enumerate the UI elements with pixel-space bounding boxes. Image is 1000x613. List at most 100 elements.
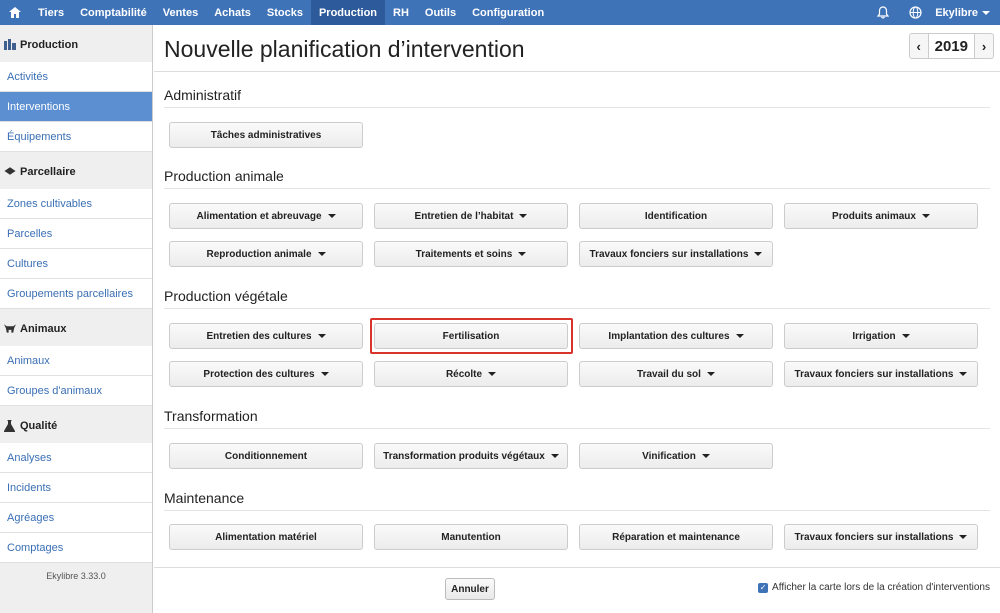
sidebar-item-groupes-animaux[interactable]: Groupes d'animaux (0, 376, 152, 406)
travaux-fonciers-vegetale-button[interactable]: Travaux fonciers sur installations (784, 361, 978, 387)
section-title-transformation: Transformation (164, 408, 258, 424)
entretien-habitat-button[interactable]: Entretien de l’habitat (374, 203, 568, 229)
nav-outils[interactable]: Outils (417, 0, 464, 25)
caret-down-icon (550, 454, 559, 458)
alimentation-materiel-button[interactable]: Alimentation matériel (169, 524, 363, 550)
caret-down-icon (959, 535, 968, 539)
sidebar-heading-parcellaire: Parcellaire (0, 152, 152, 189)
conditionnement-button[interactable]: Conditionnement (169, 443, 363, 469)
section-divider (164, 510, 990, 511)
nav-stocks[interactable]: Stocks (259, 0, 311, 25)
user-menu[interactable]: Ekylibre (931, 0, 1000, 25)
sidebar-item-comptages[interactable]: Comptages (0, 533, 152, 563)
section-divider (164, 188, 990, 189)
button-label: Travail du sol (637, 368, 701, 380)
traitements-soins-button[interactable]: Traitements et soins (374, 241, 568, 267)
nav-ventes[interactable]: Ventes (155, 0, 206, 25)
travaux-fonciers-animale-button[interactable]: Travaux fonciers sur installations (579, 241, 773, 267)
sidebar-item-parcelles[interactable]: Parcelles (0, 219, 152, 249)
sidebar-heading-production: Production (0, 25, 152, 62)
travaux-fonciers-maintenance-button[interactable]: Travaux fonciers sur installations (784, 524, 978, 550)
globe-icon[interactable] (899, 0, 931, 25)
sidebar-item-cultures[interactable]: Cultures (0, 249, 152, 279)
reproduction-animale-button[interactable]: Reproduction animale (169, 241, 363, 267)
user-name: Ekylibre (935, 6, 978, 19)
sidebar-item-groupements-parcellaires[interactable]: Groupements parcellaires (0, 279, 152, 309)
sidebar-item-analyses[interactable]: Analyses (0, 443, 152, 473)
sidebar-item-zones-cultivables[interactable]: Zones cultivables (0, 189, 152, 219)
caret-down-icon (317, 252, 326, 256)
button-label: Travaux fonciers sur installations (794, 368, 954, 380)
section-divider (164, 107, 990, 108)
nav-tiers[interactable]: Tiers (30, 0, 72, 25)
entretien-cultures-button[interactable]: Entretien des cultures (169, 323, 363, 349)
home-icon[interactable] (0, 0, 30, 25)
protection-cultures-button[interactable]: Protection des cultures (169, 361, 363, 387)
button-label: Entretien de l’habitat (414, 210, 514, 222)
navbar-spacer (552, 0, 867, 25)
cow-icon (4, 323, 16, 335)
caret-down-icon (518, 252, 527, 256)
button-label: Alimentation et abreuvage (196, 210, 322, 222)
nav-production[interactable]: Production (310, 0, 386, 25)
produits-animaux-button[interactable]: Produits animaux (784, 203, 978, 229)
cancel-button[interactable]: Annuler (445, 578, 495, 600)
button-label: Travaux fonciers sur installations (589, 248, 749, 260)
button-label: Protection des cultures (203, 368, 315, 380)
button-label: Conditionnement (224, 450, 308, 462)
checkbox-checked-icon[interactable]: ✓ (758, 582, 769, 593)
bell-icon[interactable] (867, 0, 899, 25)
nav-configuration[interactable]: Configuration (464, 0, 552, 25)
identification-button[interactable]: Identification (579, 203, 773, 229)
taches-administratives-button[interactable]: Tâches administratives (169, 122, 363, 148)
sidebar-item-interventions[interactable]: Interventions (0, 92, 152, 122)
reparation-maintenance-button[interactable]: Réparation et maintenance (579, 524, 773, 550)
sidebar-item-activites[interactable]: Activités (0, 62, 152, 92)
nav-comptabilite[interactable]: Comptabilité (72, 0, 155, 25)
caret-down-icon (327, 214, 336, 218)
nav-achats[interactable]: Achats (206, 0, 259, 25)
alimentation-abreuvage-button[interactable]: Alimentation et abreuvage (169, 203, 363, 229)
caret-down-icon (921, 214, 930, 218)
vinification-button[interactable]: Vinification (579, 443, 773, 469)
page-title: Nouvelle planification d’intervention (164, 36, 525, 62)
caret-down-icon (959, 372, 968, 376)
manutention-button[interactable]: Manutention (374, 524, 568, 550)
top-navbar: Tiers Comptabilité Ventes Achats Stocks … (0, 0, 1000, 25)
caret-down-icon (901, 334, 910, 338)
year-navigator: ‹ 2019 › (908, 33, 994, 59)
recolte-button[interactable]: Récolte (374, 361, 568, 387)
title-row: Nouvelle planification d’intervention ‹ … (154, 25, 1000, 72)
implantation-cultures-button[interactable]: Implantation des cultures (579, 323, 773, 349)
year-value: 2019 (927, 34, 975, 58)
section-divider (164, 428, 990, 429)
sidebar-item-agreages[interactable]: Agréages (0, 503, 152, 533)
button-label: Reproduction animale (206, 248, 312, 260)
sidebar: Production Activités Interventions Équip… (0, 25, 153, 613)
caret-down-icon (735, 334, 744, 338)
irrigation-button[interactable]: Irrigation (784, 323, 978, 349)
caret-down-icon (754, 252, 763, 256)
travail-sol-button[interactable]: Travail du sol (579, 361, 773, 387)
sidebar-heading-label: Animaux (20, 323, 67, 335)
section-title-production-vegetale: Production végétale (164, 288, 288, 304)
sidebar-item-equipements[interactable]: Équipements (0, 122, 152, 152)
app-version: Ekylibre 3.33.0 (46, 571, 106, 581)
chevron-right-icon[interactable]: › (975, 34, 993, 58)
main-content: Nouvelle planification d’intervention ‹ … (154, 25, 1000, 613)
form-footer: Annuler ✓ Afficher la carte lors de la c… (154, 567, 1000, 613)
button-label: Irrigation (852, 330, 896, 342)
sidebar-heading-label: Qualité (20, 420, 58, 432)
sidebar-item-animaux[interactable]: Animaux (0, 346, 152, 376)
caret-down-icon (519, 214, 528, 218)
chevron-left-icon[interactable]: ‹ (910, 34, 928, 58)
button-label: Réparation et maintenance (612, 531, 740, 543)
transformation-produits-vegetaux-button[interactable]: Transformation produits végétaux (374, 443, 568, 469)
sidebar-item-incidents[interactable]: Incidents (0, 473, 152, 503)
button-label: Produits animaux (832, 210, 916, 222)
button-label: Traitements et soins (415, 248, 513, 260)
show-map-option[interactable]: ✓ Afficher la carte lors de la création … (758, 582, 990, 593)
nav-rh[interactable]: RH (385, 0, 417, 25)
button-label: Récolte (445, 368, 483, 380)
button-label: Travaux fonciers sur installations (794, 531, 954, 543)
